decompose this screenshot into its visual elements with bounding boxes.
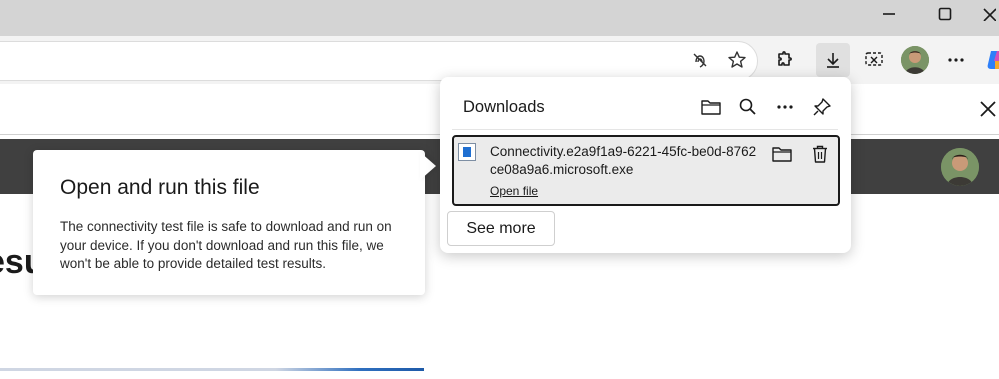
more-icon [777,105,793,109]
folder-icon [772,147,792,162]
downloads-icon [827,53,839,68]
search-downloads-button[interactable] [734,93,762,121]
minimize-icon [883,13,895,15]
search-icon [739,98,756,115]
copilot-button[interactable] [985,47,999,73]
copilot-icon [987,51,999,69]
close-window-button[interactable] [978,0,999,28]
show-in-folder-button[interactable] [768,140,796,168]
screenshot-button[interactable] [858,44,890,76]
callout-body: The connectivity test file is safe to do… [60,219,392,271]
extensions-button[interactable] [770,44,802,76]
more-options-button[interactable] [940,44,972,76]
progress-bar [0,368,424,371]
close-icon [982,8,996,21]
callout-pointer [420,152,436,180]
pin-downloads-button[interactable] [808,93,836,121]
close-icon [980,101,996,117]
downloads-button[interactable] [816,43,850,77]
tracking-prevention-icon [693,53,707,68]
see-more-button[interactable]: See more [447,211,555,246]
more-icon [948,58,964,62]
minimize-button[interactable] [866,0,912,28]
address-bar[interactable] [0,41,758,81]
trash-icon [813,145,827,163]
favorite-button[interactable] [721,44,753,76]
pin-icon [813,98,831,116]
favorite-star-icon [728,51,746,68]
page-user-avatar[interactable] [941,148,979,186]
delete-download-button[interactable] [806,140,834,168]
downloads-title: Downloads [463,98,545,116]
maximize-button[interactable] [922,0,968,28]
user-avatar-image [941,148,979,186]
maximize-icon [938,7,952,21]
callout-title: Open and run this file [60,176,260,199]
download-filename: Connectivity.e2a9f1a9-6221-45fc-be0d-876… [490,144,757,177]
downloads-more-button[interactable] [771,93,799,121]
title-bar [0,0,999,36]
open-downloads-folder-button[interactable] [697,93,725,121]
profile-avatar-image [901,46,929,74]
flyout-divider [452,129,838,130]
open-file-link[interactable]: Open file [490,184,538,198]
exe-file-icon [458,143,476,161]
folder-icon [701,100,721,115]
screenshot-icon [865,52,883,66]
tracking-prevention-button[interactable] [684,44,716,76]
profile-avatar[interactable] [901,46,929,74]
close-panel-button[interactable] [977,98,999,120]
extensions-icon [778,51,792,66]
